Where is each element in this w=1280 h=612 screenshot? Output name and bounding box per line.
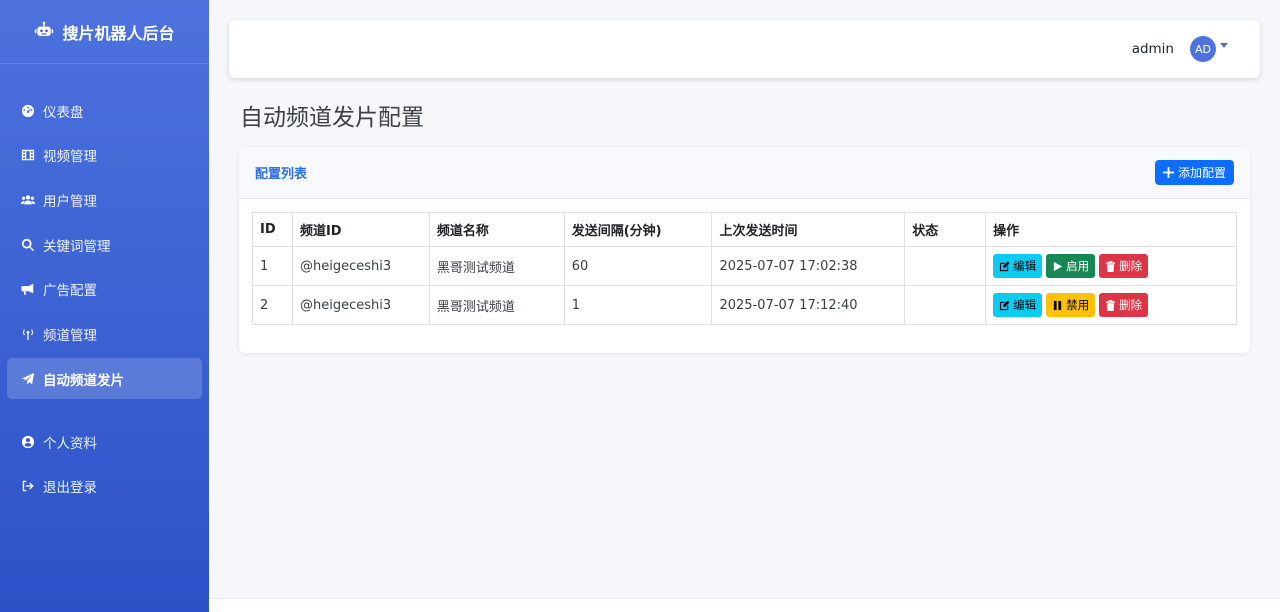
column-header: 上次发送时间 [711,212,906,247]
cell-channel-id: @heigeceshi3 [291,246,430,286]
sidebar-item-label: 自动频道发片 [43,372,124,389]
sidebar-item-profile[interactable]: 个人资料 [7,421,202,462]
column-header: 发送间隔(分钟) [563,212,713,247]
brand-title: 搜片机器人后台 [62,23,175,43]
megaphone-icon [21,282,35,296]
card-header: 配置列表 添加配置 [239,147,1250,199]
sidebar-item-videos[interactable]: 视频管理 [7,135,202,176]
app-root: 搜片机器人后台 仪表盘 视频管理 用户管理 关键词管理 广告配置 频道管理 自动… [0,0,1280,612]
dashboard-icon [21,104,35,118]
sidebar-item-dashboard[interactable]: 仪表盘 [7,90,202,131]
page-title: 自动频道发片配置 [240,105,424,131]
trash-icon [1106,299,1116,311]
table-row: 1 @heigeceshi3 黑哥测试频道 60 2025-07-07 17:0… [252,246,1237,286]
disable-label: 禁用 [1066,298,1090,312]
sign-out-icon [21,479,35,493]
sidebar-item-ads[interactable]: 广告配置 [7,269,202,310]
sidebar-item-label: 关键词管理 [43,238,111,255]
cell-interval: 1 [563,285,713,325]
delete-button[interactable]: 删除 [1099,254,1149,278]
edit-icon [1000,299,1010,310]
add-config-button[interactable]: 添加配置 [1154,160,1234,185]
play-icon [1053,261,1063,271]
cell-channel-name: 黑哥测试频道 [428,285,565,325]
table-header-row: ID 频道ID 频道名称 发送间隔(分钟) 上次发送时间 状态 操作 [252,212,1237,247]
config-table: ID 频道ID 频道名称 发送间隔(分钟) 上次发送时间 状态 操作 1 @he… [252,212,1237,325]
sidebar-item-logout[interactable]: 退出登录 [7,466,202,507]
broadcast-icon [21,327,35,341]
users-icon [21,193,35,207]
pause-icon [1053,300,1062,310]
sidebar-nav: 仪表盘 视频管理 用户管理 关键词管理 广告配置 频道管理 自动频道发片 [0,90,209,400]
sidebar-item-label: 退出登录 [43,480,97,497]
sidebar-item-label: 用户管理 [43,193,97,210]
edit-label: 编辑 [1013,298,1037,312]
sidebar-item-channels[interactable]: 频道管理 [7,313,202,354]
add-config-label: 添加配置 [1177,166,1226,180]
delete-button[interactable]: 删除 [1099,293,1149,317]
paper-plane-icon [21,372,35,386]
search-icon [21,238,35,252]
sidebar-item-keywords[interactable]: 关键词管理 [7,224,202,265]
trash-icon [1106,260,1116,272]
enable-button[interactable]: 启用 [1046,254,1096,278]
cell-interval: 60 [563,246,713,286]
chevron-down-icon[interactable] [1220,42,1228,48]
cell-status [904,285,987,325]
table-row: 2 @heigeceshi3 黑哥测试频道 1 2025-07-07 17:12… [252,285,1237,325]
sidebar-item-label: 广告配置 [43,283,97,300]
film-icon [21,148,35,162]
brand[interactable]: 搜片机器人后台 [0,0,209,64]
column-header: 频道ID [291,212,430,247]
cell-actions: 编辑 启用 删除 [985,246,1237,286]
edit-button[interactable]: 编辑 [993,254,1043,278]
username[interactable]: admin [1132,41,1174,57]
delete-label: 删除 [1119,259,1143,273]
cell-id: 1 [252,246,293,286]
sidebar: 搜片机器人后台 仪表盘 视频管理 用户管理 关键词管理 广告配置 频道管理 自动… [0,0,209,612]
edit-button[interactable]: 编辑 [993,293,1043,317]
cell-status [904,246,987,286]
plus-icon [1162,167,1174,178]
delete-label: 删除 [1119,298,1143,312]
column-header: 状态 [904,212,987,247]
column-header: 操作 [985,212,1237,247]
sidebar-item-users[interactable]: 用户管理 [7,179,202,220]
cell-channel-name: 黑哥测试频道 [428,246,565,286]
enable-label: 启用 [1066,259,1090,273]
sidebar-item-label: 视频管理 [43,149,97,166]
disable-button[interactable]: 禁用 [1046,293,1096,317]
column-header: ID [252,212,293,247]
cell-last-sent: 2025-07-07 17:12:40 [711,285,906,325]
cell-channel-id: @heigeceshi3 [291,285,430,325]
edit-label: 编辑 [1013,259,1037,273]
avatar[interactable]: AD [1190,36,1216,62]
cell-id: 2 [252,285,293,325]
top-bar: admin AD [229,20,1260,78]
cell-actions: 编辑 禁用 删除 [985,285,1237,325]
edit-icon [1000,260,1010,271]
user-circle-icon [21,435,35,449]
sidebar-item-auto-post[interactable]: 自动频道发片 [7,358,202,400]
footer [209,598,1280,612]
cell-last-sent: 2025-07-07 17:02:38 [711,246,906,286]
sidebar-item-label: 仪表盘 [43,104,84,121]
config-card: 配置列表 添加配置 ID 频道ID 频道名称 发送间隔(分钟) 上次发送时间 状… [239,147,1250,353]
column-header: 频道名称 [428,212,565,247]
robot-icon [34,20,54,44]
sidebar-item-label: 频道管理 [43,327,97,344]
sidebar-item-label: 个人资料 [43,435,97,452]
sidebar-nav-secondary: 个人资料 退出登录 [0,421,209,507]
card-title: 配置列表 [255,167,308,182]
